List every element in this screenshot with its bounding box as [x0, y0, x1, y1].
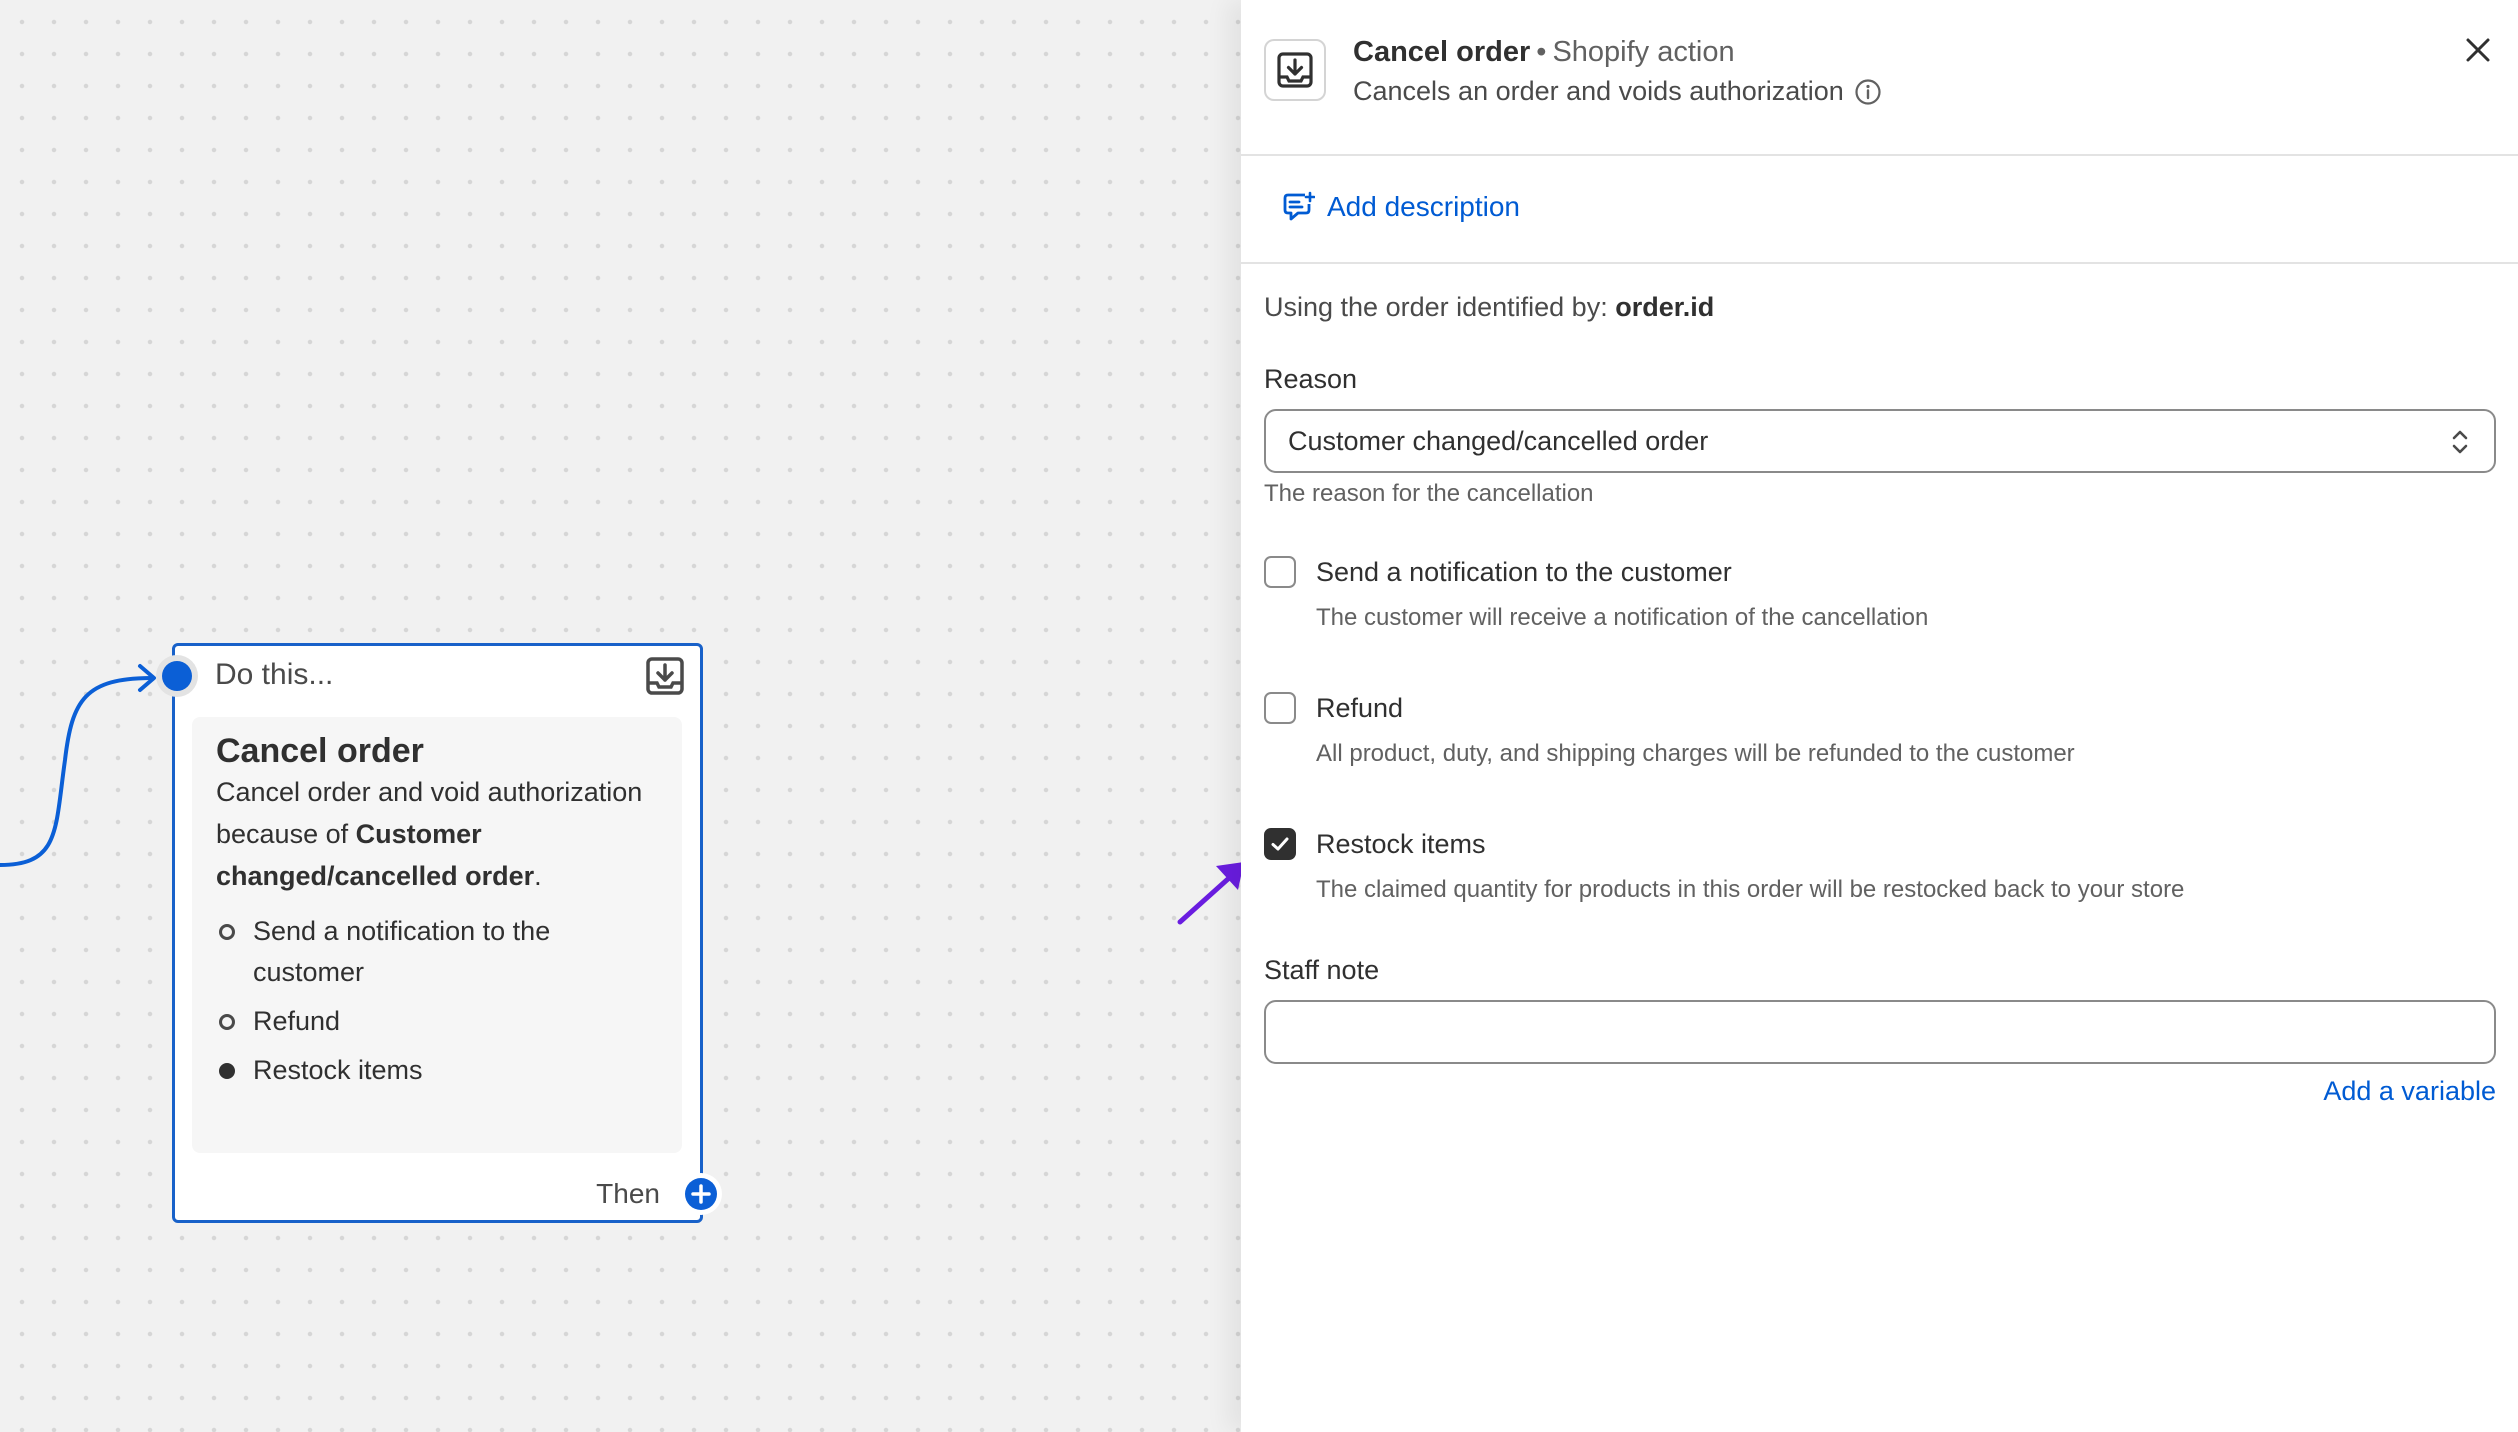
node-desc-suffix: . [534, 861, 542, 891]
download-box-icon [1277, 52, 1313, 88]
checkmark-icon [1271, 837, 1289, 851]
reason-help-text: The reason for the cancellation [1264, 480, 1594, 507]
identifier-value: order.id [1615, 292, 1715, 322]
pointer-arrow-icon [1177, 862, 1244, 925]
node-input-handle[interactable] [162, 661, 192, 691]
add-step-button[interactable] [685, 1178, 717, 1210]
add-description-label: Add description [1327, 191, 1521, 222]
option-label: Send a notification to the customer [253, 916, 551, 987]
node-description: Cancel order and void authorization beca… [216, 771, 658, 897]
action-name: Cancel order [1353, 36, 1531, 68]
checkbox-help-text: All product, duty, and shipping charges … [1316, 740, 2075, 767]
add-variable-link[interactable]: Add a variable [2323, 1076, 2496, 1107]
option-status-icon [219, 1014, 235, 1030]
panel-title: Cancel order • Shopify action [1353, 35, 1735, 69]
node-header: Do this... [215, 658, 334, 691]
node-body: Cancel order Cancel order and void autho… [192, 717, 682, 1153]
node-option-list: Send a notification to the customer Refu… [216, 911, 658, 1091]
checkbox-help-text: The customer will receive a notification… [1316, 604, 1929, 631]
staff-note-field[interactable] [1264, 1000, 2496, 1064]
connector-line [0, 664, 156, 867]
checkbox-label: Refund [1316, 693, 1404, 723]
panel-subtitle: Cancels an order and voids authorization [1353, 76, 1882, 107]
refund-checkbox[interactable] [1264, 692, 1296, 724]
node-title: Cancel order [216, 732, 424, 770]
node-option-restock: Restock items [216, 1050, 658, 1091]
action-icon-box [1264, 39, 1326, 101]
add-description-button[interactable]: Add description [1281, 190, 1520, 224]
reason-select-value: Customer changed/cancelled order [1288, 425, 1709, 456]
action-config-panel: Cancel order • Shopify action Cancels an o… [1241, 0, 2518, 1432]
node-option-notification: Send a notification to the customer [216, 911, 658, 993]
plus-icon [691, 1184, 711, 1204]
reason-select[interactable]: Customer changed/cancelled order [1264, 409, 2496, 473]
action-type: Shopify action [1552, 36, 1735, 68]
checkbox-help-text: The claimed quantity for products in thi… [1316, 876, 2185, 903]
staff-note-label: Staff note [1264, 955, 1380, 985]
reason-label: Reason [1264, 364, 1358, 394]
option-label: Restock items [253, 1055, 423, 1085]
info-icon[interactable] [1854, 78, 1882, 106]
action-description: Cancels an order and voids authorization [1353, 76, 1844, 106]
description-row: Add description [1241, 156, 2518, 264]
notification-checkbox[interactable] [1264, 556, 1296, 588]
workflow-canvas[interactable]: Do this... Cancel order Cancel order and… [0, 0, 1244, 1432]
chevron-up-down-icon [2452, 430, 2468, 454]
node-option-refund: Refund [216, 1001, 658, 1042]
identifier-prefix: Using the order identified by: [1264, 292, 1616, 322]
action-node-cancel-order[interactable]: Do this... Cancel order Cancel order and… [162, 643, 717, 1223]
comment-add-icon [1283, 191, 1315, 221]
close-icon[interactable] [2460, 32, 2496, 68]
checkbox-label: Send a notification to the customer [1316, 557, 1732, 587]
option-label: Refund [253, 1006, 341, 1036]
restock-checkbox[interactable] [1264, 828, 1296, 860]
download-box-icon [646, 657, 684, 695]
panel-header: Cancel order • Shopify action Cancels an o… [1241, 0, 2518, 156]
option-status-icon [219, 924, 235, 940]
checkbox-label: Restock items [1316, 829, 1486, 859]
identifier-text: Using the order identified by: order.id [1264, 292, 1714, 323]
title-separator: • [1536, 36, 1547, 68]
option-status-icon [219, 1063, 235, 1079]
then-label: Then [596, 1178, 660, 1209]
